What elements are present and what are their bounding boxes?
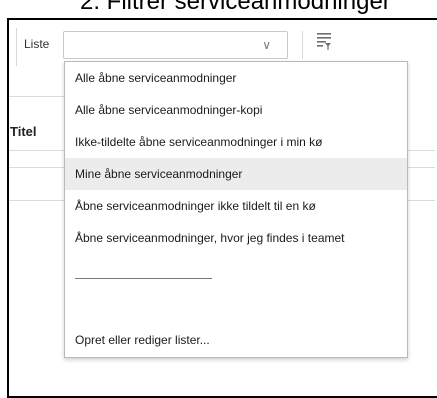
filter-list-icon[interactable] [316,32,332,52]
section-heading: 2. Filtrer serviceanmodninger [80,0,391,15]
table-line [405,167,435,168]
table-line [9,200,65,201]
list-select[interactable]: ∨ [63,31,288,59]
menu-item-not-assigned-queue[interactable]: Åbne serviceanmodninger ikke tildelt til… [65,190,407,222]
chevron-down-icon[interactable]: ∨ [262,38,271,52]
table-line [9,150,65,151]
menu-item-unassigned-in-queue[interactable]: Ikke-tildelte åbne serviceanmodninger i … [65,126,407,158]
column-header-title[interactable]: Titel [10,124,37,139]
list-dropdown-menu: Alle åbne serviceanmodninger Alle åbne s… [64,61,408,358]
menu-item-my-open[interactable]: Mine åbne serviceanmodninger [65,158,407,190]
table-line [405,200,435,201]
toolbar-left-divider [16,28,17,66]
menu-item-all-open-copy[interactable]: Alle åbne serviceanmodninger-kopi [65,94,407,126]
menu-item-create-edit-lists[interactable]: Opret eller rediger lister... [65,324,407,356]
table-line [9,167,65,168]
table-line [405,150,435,151]
menu-separator [75,278,212,279]
table-line [9,96,65,97]
menu-item-in-team[interactable]: Åbne serviceanmodninger, hvor jeg findes… [65,222,407,254]
list-label: Liste [24,37,50,51]
toolbar-separator [302,31,303,59]
menu-item-all-open[interactable]: Alle åbne serviceanmodninger [65,62,407,94]
